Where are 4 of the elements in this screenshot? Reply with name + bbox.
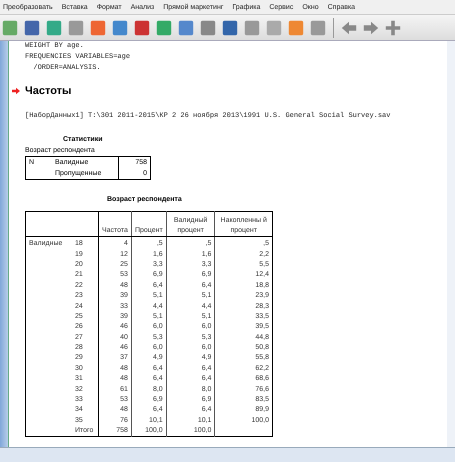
bullet-arrow-icon — [12, 87, 20, 95]
section-heading: Частоты — [25, 85, 72, 97]
square-icon[interactable] — [309, 18, 327, 36]
plus-icon[interactable] — [384, 18, 402, 36]
